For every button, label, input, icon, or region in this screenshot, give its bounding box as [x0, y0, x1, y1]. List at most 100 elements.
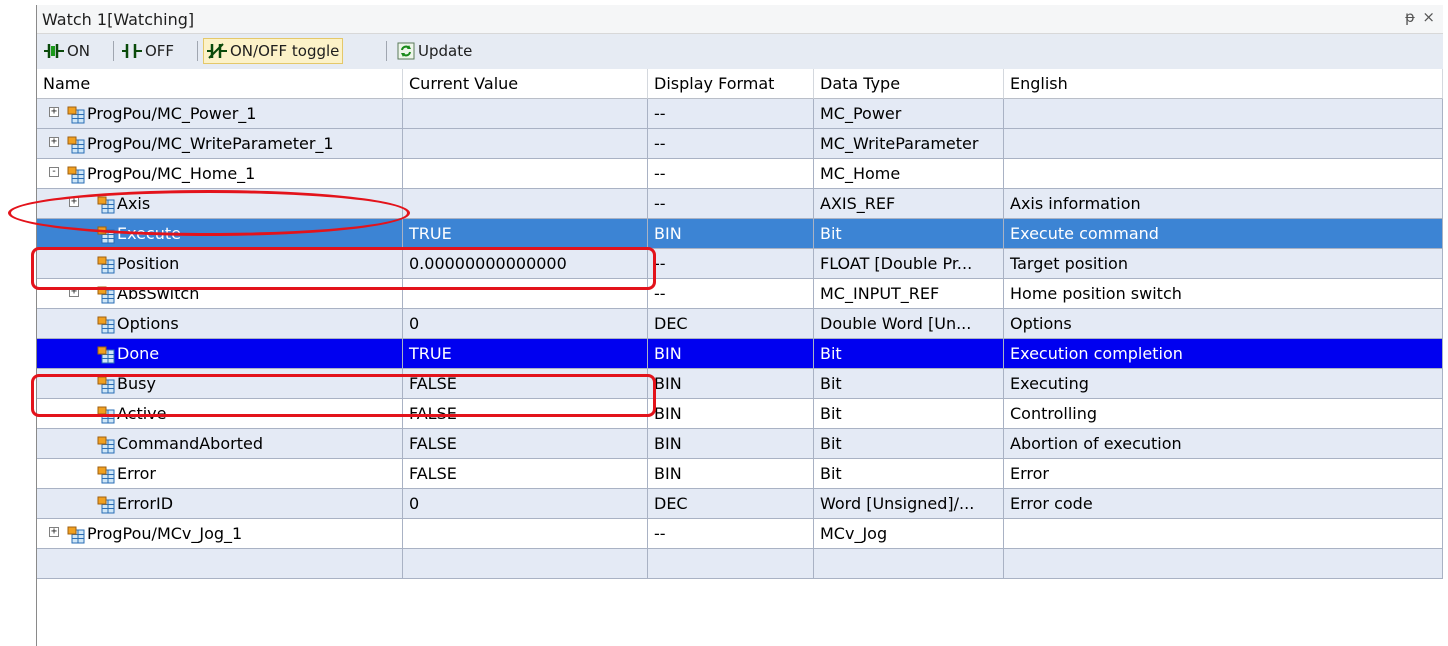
update-button[interactable]: Update	[394, 38, 475, 64]
cell-current-value[interactable]: FALSE	[403, 429, 648, 459]
cell-display-format[interactable]: DEC	[648, 489, 814, 519]
cell-name[interactable]: Options	[37, 309, 403, 339]
table-row[interactable]: ErrorID 0 DEC Word [Unsigned]/... Error code	[37, 489, 1443, 519]
cell-name[interactable]	[37, 549, 403, 579]
cell-current-value[interactable]: TRUE	[403, 339, 648, 369]
column-header-display-format[interactable]: Display Format	[648, 69, 814, 99]
cell-current-value[interactable]: 0	[403, 489, 648, 519]
cell-data-type[interactable]: Bit	[814, 459, 1004, 489]
cell-display-format[interactable]: BIN	[648, 399, 814, 429]
cell-data-type[interactable]: Bit	[814, 339, 1004, 369]
cell-name[interactable]: Done	[37, 339, 403, 369]
variable-icon	[67, 524, 85, 548]
on-off-toggle-button[interactable]: ON/OFF toggle	[203, 38, 344, 64]
cell-english[interactable]: Controlling	[1004, 399, 1443, 429]
table-row[interactable]: Done TRUE BIN Bit Execution completion	[37, 339, 1443, 369]
cell-data-type[interactable]: FLOAT [Double Pr...	[814, 249, 1004, 279]
table-row[interactable]	[37, 549, 1443, 579]
column-header-name[interactable]: Name	[37, 69, 403, 99]
cell-data-type[interactable]: MC_INPUT_REF	[814, 279, 1004, 309]
table-row[interactable]: + ProgPou/MC_Power_1 -- MC_Power	[37, 99, 1443, 129]
window-title: Watch 1[Watching]	[42, 10, 195, 29]
expand-icon[interactable]: +	[49, 107, 59, 117]
cell-english[interactable]: Error code	[1004, 489, 1443, 519]
cell-current-value[interactable]	[403, 549, 648, 579]
cell-display-format[interactable]: --	[648, 189, 814, 219]
cell-data-type[interactable]: MC_Power	[814, 99, 1004, 129]
cell-display-format[interactable]: --	[648, 249, 814, 279]
cell-name[interactable]: + ProgPou/MCv_Jog_1	[37, 519, 403, 549]
table-row[interactable]: + ProgPou/MCv_Jog_1 -- MCv_Jog	[37, 519, 1443, 549]
cell-data-type[interactable]: Bit	[814, 369, 1004, 399]
close-icon[interactable]: ×	[1422, 8, 1435, 26]
cell-current-value[interactable]	[403, 519, 648, 549]
cell-english[interactable]: Execute command	[1004, 219, 1443, 249]
cell-display-format[interactable]: BIN	[648, 339, 814, 369]
cell-display-format[interactable]: BIN	[648, 369, 814, 399]
cell-data-type[interactable]: Double Word [Un...	[814, 309, 1004, 339]
cell-current-value[interactable]	[403, 99, 648, 129]
cell-display-format[interactable]: --	[648, 99, 814, 129]
cell-data-type[interactable]: Bit	[814, 429, 1004, 459]
cell-current-value[interactable]: FALSE	[403, 459, 648, 489]
cell-display-format[interactable]	[648, 549, 814, 579]
cell-english[interactable]: Home position switch	[1004, 279, 1443, 309]
cell-display-format[interactable]: BIN	[648, 429, 814, 459]
cell-name[interactable]: Error	[37, 459, 403, 489]
cell-name[interactable]: + ProgPou/MC_WriteParameter_1	[37, 129, 403, 159]
column-header-data-type[interactable]: Data Type	[814, 69, 1004, 99]
pin-icon[interactable]: ᵽ	[1405, 8, 1415, 26]
cell-data-type[interactable]: MC_WriteParameter	[814, 129, 1004, 159]
cell-english[interactable]	[1004, 159, 1443, 189]
cell-english[interactable]: Target position	[1004, 249, 1443, 279]
cell-display-format[interactable]: DEC	[648, 309, 814, 339]
expand-icon[interactable]: +	[49, 527, 59, 537]
cell-data-type[interactable]: MC_Home	[814, 159, 1004, 189]
cell-current-value[interactable]	[403, 129, 648, 159]
cell-display-format[interactable]: --	[648, 159, 814, 189]
expand-icon[interactable]: +	[49, 137, 59, 147]
cell-name[interactable]: + ProgPou/MC_Power_1	[37, 99, 403, 129]
cell-english[interactable]: Options	[1004, 309, 1443, 339]
cell-english[interactable]	[1004, 129, 1443, 159]
cell-data-type[interactable]	[814, 549, 1004, 579]
cell-english[interactable]	[1004, 99, 1443, 129]
cell-english[interactable]: Abortion of execution	[1004, 429, 1443, 459]
cell-data-type[interactable]: Word [Unsigned]/...	[814, 489, 1004, 519]
cell-display-format[interactable]: --	[648, 519, 814, 549]
cell-data-type[interactable]: Bit	[814, 219, 1004, 249]
cell-name[interactable]: - ProgPou/MC_Home_1	[37, 159, 403, 189]
row-name-label: Options	[117, 314, 179, 333]
collapse-icon[interactable]: -	[49, 167, 59, 177]
off-button[interactable]: OFF	[119, 38, 177, 64]
cell-data-type[interactable]: AXIS_REF	[814, 189, 1004, 219]
cell-english[interactable]: Axis information	[1004, 189, 1443, 219]
cell-display-format[interactable]: BIN	[648, 219, 814, 249]
column-header-current-value[interactable]: Current Value	[403, 69, 648, 99]
on-button[interactable]: ON	[41, 38, 93, 64]
cell-current-value[interactable]: 0	[403, 309, 648, 339]
cell-display-format[interactable]: --	[648, 129, 814, 159]
cell-english[interactable]	[1004, 519, 1443, 549]
cell-current-value[interactable]	[403, 159, 648, 189]
table-row[interactable]: Error FALSE BIN Bit Error	[37, 459, 1443, 489]
column-header-english[interactable]: English	[1004, 69, 1443, 99]
cell-data-type[interactable]: Bit	[814, 399, 1004, 429]
cell-current-value[interactable]: TRUE	[403, 219, 648, 249]
cell-data-type[interactable]: MCv_Jog	[814, 519, 1004, 549]
cell-english[interactable]: Executing	[1004, 369, 1443, 399]
cell-english[interactable]	[1004, 549, 1443, 579]
row-name-label: CommandAborted	[117, 434, 263, 453]
cell-english[interactable]: Execution completion	[1004, 339, 1443, 369]
table-row[interactable]: Options 0 DEC Double Word [Un... Options	[37, 309, 1443, 339]
cell-name[interactable]: CommandAborted	[37, 429, 403, 459]
cell-name[interactable]: ErrorID	[37, 489, 403, 519]
table-row[interactable]: CommandAborted FALSE BIN Bit Abortion of exe…	[37, 429, 1443, 459]
variable-icon	[97, 494, 115, 518]
table-row[interactable]: + ProgPou/MC_WriteParameter_1 -- MC_WritePa…	[37, 129, 1443, 159]
cell-display-format[interactable]: --	[648, 279, 814, 309]
cell-display-format[interactable]: BIN	[648, 459, 814, 489]
cell-english[interactable]: Error	[1004, 459, 1443, 489]
table-row[interactable]: - ProgPou/MC_Home_1 -- MC_Home	[37, 159, 1443, 189]
cell-current-value[interactable]	[403, 189, 648, 219]
